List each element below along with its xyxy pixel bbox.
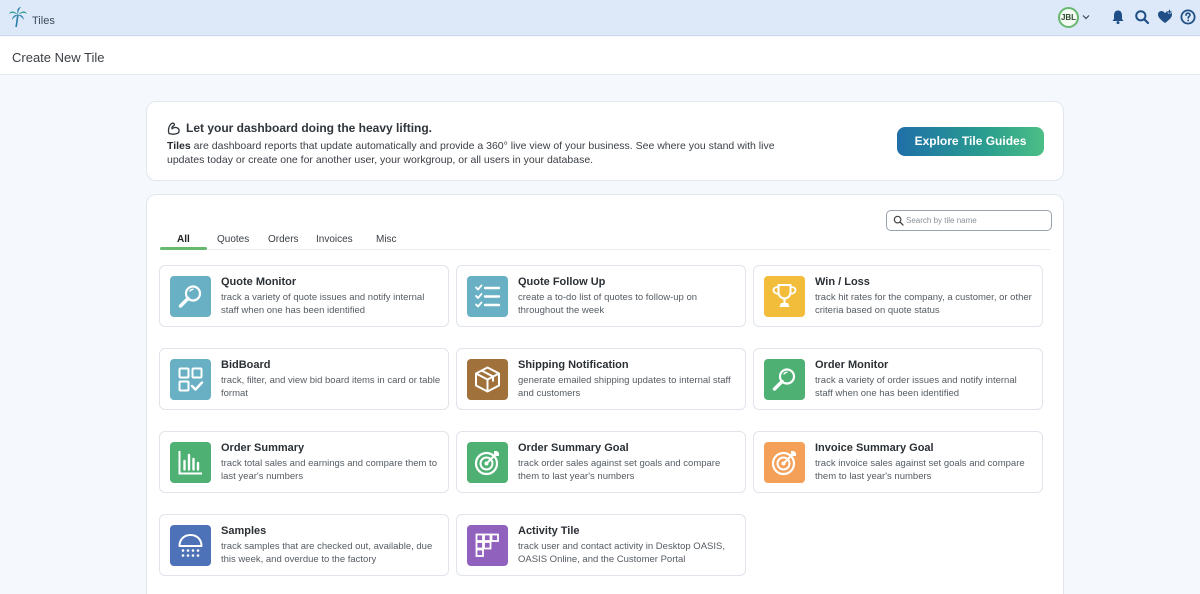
tile-samples[interactable]: Samples track samples that are checked o… xyxy=(159,514,449,576)
bar-chart-icon xyxy=(178,451,202,475)
trophy-icon xyxy=(772,284,797,307)
tile-description: track order sales against set goals and … xyxy=(518,458,721,482)
tab-misc[interactable]: Misc xyxy=(376,234,397,245)
tile-activity[interactable]: Activity Tile track user and contact act… xyxy=(456,514,746,576)
tile-bidboard[interactable]: BidBoard track, filter, and view bid boa… xyxy=(159,348,449,410)
intro-card: Let your dashboard doing the heavy lifti… xyxy=(146,101,1064,181)
grid-check-icon xyxy=(178,367,204,392)
page-title: Create New Tile xyxy=(12,50,105,65)
tile-icon-bg xyxy=(467,276,508,317)
search-icon[interactable] xyxy=(1134,9,1150,25)
tab-quotes[interactable]: Quotes xyxy=(217,234,249,245)
tile-icon-bg xyxy=(170,276,211,317)
search-input[interactable] xyxy=(906,213,1046,228)
flexed-arm-icon xyxy=(167,122,180,135)
tab-orders[interactable]: Orders xyxy=(268,234,299,245)
chevron-down-icon[interactable] xyxy=(1081,12,1091,22)
app-title: Tiles xyxy=(32,15,55,27)
tab-invoices[interactable]: Invoices xyxy=(316,234,353,245)
tile-description: generate emailed shipping updates to int… xyxy=(518,375,731,399)
tile-description: track a variety of order issues and noti… xyxy=(815,375,1017,399)
tile-title: Order Monitor xyxy=(815,359,889,371)
tile-order-monitor[interactable]: Order Monitor track a variety of order i… xyxy=(753,348,1043,410)
shower-icon xyxy=(178,534,203,557)
palm-tree-icon[interactable] xyxy=(8,6,28,28)
tile-description: track a variety of quote issues and noti… xyxy=(221,292,425,316)
active-tab-indicator xyxy=(160,247,207,250)
target-icon xyxy=(474,451,499,476)
target-icon xyxy=(771,451,796,476)
magnifier-icon xyxy=(772,368,796,391)
tile-order-summary[interactable]: Order Summary track total sales and earn… xyxy=(159,431,449,493)
tile-title: Order Summary xyxy=(221,442,305,454)
tile-title: BidBoard xyxy=(221,359,271,371)
tile-title: Win / Loss xyxy=(815,276,870,288)
package-icon xyxy=(475,366,500,393)
tile-title: Samples xyxy=(221,525,267,537)
tile-order-summary-goal[interactable]: Order Summary Goal track order sales aga… xyxy=(456,431,746,493)
tile-icon-bg xyxy=(764,276,805,317)
intro-body-bold: Tiles xyxy=(167,140,191,152)
tile-icon-bg xyxy=(170,442,211,483)
tile-description: track hit rates for the company, a custo… xyxy=(815,292,1032,316)
tile-icon-bg xyxy=(467,525,508,566)
tile-description: track invoice sales against set goals an… xyxy=(815,458,1025,482)
tile-icon-bg xyxy=(170,359,211,400)
top-bar: Tiles JBL xyxy=(0,0,1200,36)
tile-title: Order Summary Goal xyxy=(518,442,629,454)
tile-description: track user and contact activity in Deskt… xyxy=(518,541,725,565)
tile-invoice-summary-goal[interactable]: Invoice Summary Goal track invoice sales… xyxy=(753,431,1043,493)
tile-title: Quote Follow Up xyxy=(518,276,606,288)
intro-heading: Let your dashboard doing the heavy lifti… xyxy=(186,121,433,135)
tile-icon-bg xyxy=(467,359,508,400)
tile-icon-bg xyxy=(170,525,211,566)
activity-grid-icon xyxy=(475,533,499,557)
intro-body-text: are dashboard reports that update automa… xyxy=(167,140,775,166)
tile-description: track, filter, and view bid board items … xyxy=(221,375,441,399)
explore-tile-guides-button[interactable]: Explore Tile Guides xyxy=(897,127,1044,156)
category-tabs: All Quotes Orders Invoices Misc xyxy=(160,228,1050,250)
tile-shipping-notification[interactable]: Shipping Notification generate emailed s… xyxy=(456,348,746,410)
tile-title: Activity Tile xyxy=(518,525,580,537)
page-header: Create New Tile xyxy=(0,37,1200,75)
tab-all[interactable]: All xyxy=(177,234,190,245)
tile-win-loss[interactable]: Win / Loss track hit rates for the compa… xyxy=(753,265,1043,327)
tile-description: create a to-do list of quotes to follow-… xyxy=(518,292,698,316)
tile-gallery-panel: All Quotes Orders Invoices Misc Quote Mo… xyxy=(146,194,1064,594)
tile-icon-bg xyxy=(764,359,805,400)
tile-quote-monitor[interactable]: Quote Monitor track a variety of quote i… xyxy=(159,265,449,327)
tile-icon-bg xyxy=(467,442,508,483)
tile-description: track total sales and earnings and compa… xyxy=(221,458,437,482)
tile-title: Quote Monitor xyxy=(221,276,297,288)
tile-title: Invoice Summary Goal xyxy=(815,442,934,454)
intro-description: Tiles are dashboard reports that update … xyxy=(167,139,787,167)
checklist-icon xyxy=(475,284,501,308)
tile-icon-bg xyxy=(764,442,805,483)
tile-quote-follow-up[interactable]: Quote Follow Up create a to-do list of q… xyxy=(456,265,746,327)
avatar[interactable]: JBL xyxy=(1058,7,1079,28)
help-icon[interactable] xyxy=(1180,9,1196,25)
tile-title: Shipping Notification xyxy=(518,359,629,371)
tile-description: track samples that are checked out, avai… xyxy=(221,541,433,565)
magnifier-icon xyxy=(178,285,202,308)
search-icon xyxy=(893,215,904,226)
bell-icon[interactable] xyxy=(1110,9,1126,25)
heart-plus-icon[interactable] xyxy=(1157,9,1173,25)
